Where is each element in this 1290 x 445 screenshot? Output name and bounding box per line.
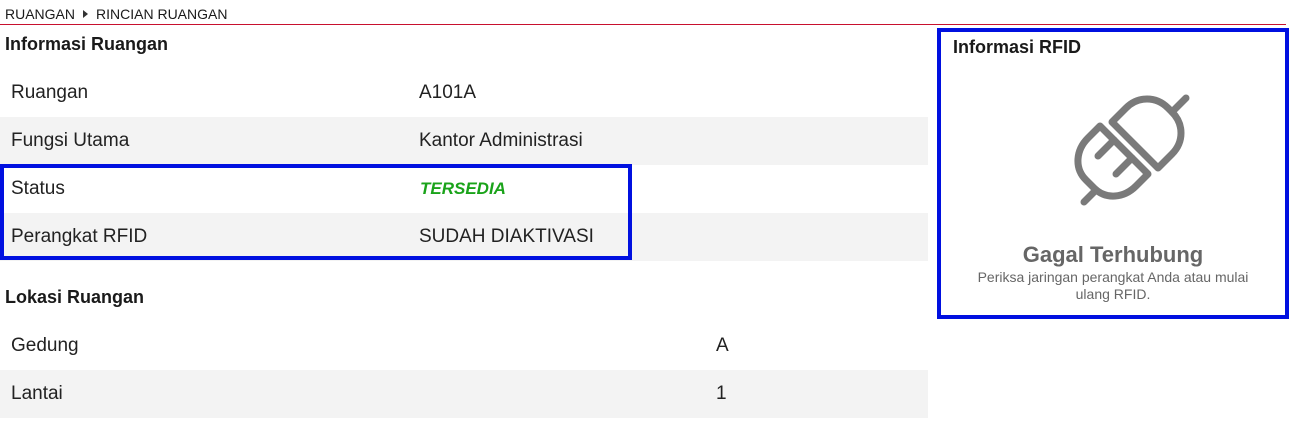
row-value: 1: [716, 383, 727, 404]
row-label: Perangkat RFID: [11, 226, 148, 247]
row-value: Kantor Administrasi: [419, 130, 583, 151]
row-value: A101A: [419, 82, 477, 103]
breadcrumb: RUANGAN RINCIAN RUANGAN: [5, 5, 227, 22]
row-value: SUDAH DIAKTIVASI: [419, 226, 594, 247]
row-label: Lantai: [11, 383, 63, 404]
row-label: Gedung: [11, 335, 79, 356]
location-table: Gedung A Lantai 1: [0, 322, 928, 418]
rfid-panel-title: Informasi RFID: [953, 37, 1082, 57]
connection-failed-title: Gagal Terhubung: [1022, 242, 1204, 267]
table-row: Lantai 1: [0, 370, 928, 418]
row-value: A: [716, 335, 729, 356]
breadcrumb-ruangan[interactable]: RUANGAN: [5, 6, 75, 22]
chevron-right-icon: [83, 9, 89, 18]
table-row: Ruangan A101A: [0, 69, 928, 117]
location-title: Lokasi Ruangan: [5, 287, 145, 307]
table-row: Fungsi Utama Kantor Administrasi: [0, 117, 928, 165]
room-info-title: Informasi Ruangan: [5, 34, 169, 54]
room-info-table: Ruangan A101A Fungsi Utama Kantor Admini…: [0, 69, 928, 261]
rfid-info-panel: Informasi RFID Gagal Terhubung Periksa j…: [937, 28, 1289, 319]
row-label: Ruangan: [11, 82, 89, 103]
table-row: Gedung A: [0, 322, 928, 370]
header-divider: [0, 24, 1286, 25]
row-label: Status: [11, 178, 65, 199]
breadcrumb-current: RINCIAN RUANGAN: [96, 5, 228, 22]
row-label: Fungsi Utama: [11, 130, 130, 151]
table-row: Perangkat RFID SUDAH DIAKTIVASI: [0, 213, 928, 261]
connection-failed-description: Periksa jaringan perangkat Anda atau mul…: [977, 269, 1249, 302]
disconnected-plug-icon: [1074, 94, 1190, 206]
status-badge: TERSEDIA: [420, 179, 506, 198]
table-row: Status TERSEDIA: [0, 165, 928, 213]
